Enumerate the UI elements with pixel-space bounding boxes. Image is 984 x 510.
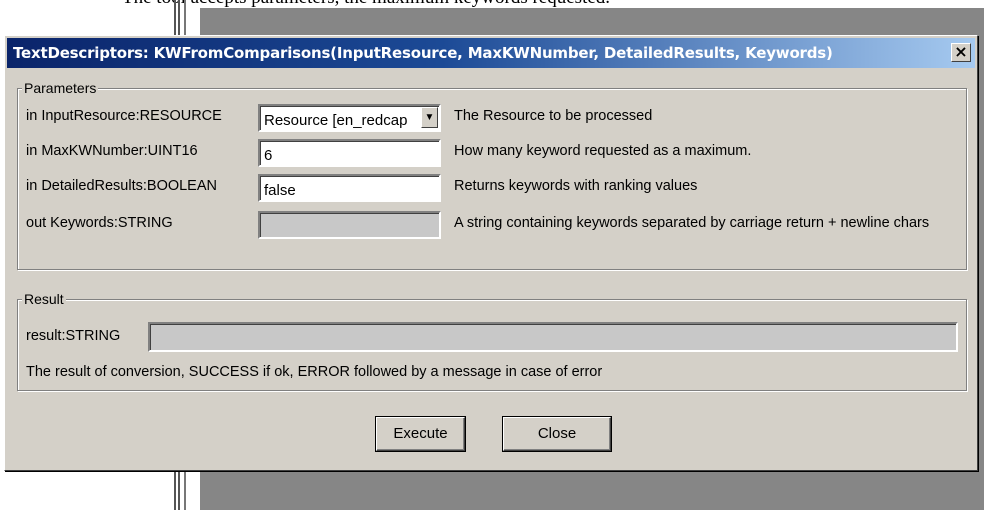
background-left — [0, 470, 174, 510]
input-resource-select[interactable]: Resource [en_redcap ▼ — [258, 104, 441, 132]
result-group: Result result:STRING The result of conve… — [17, 291, 967, 391]
param-row-input-resource: in InputResource:RESOURCE Resource [en_r… — [26, 104, 966, 132]
param-row-detailed-results: in DetailedResults:BOOLEAN false Returns… — [26, 174, 966, 202]
param-description: A string containing keywords separated b… — [454, 215, 930, 231]
max-kw-number-input[interactable]: 6 — [258, 139, 441, 167]
result-output-field — [148, 322, 958, 352]
parameters-group: Parameters in InputResource:RESOURCE Res… — [17, 80, 967, 270]
keywords-output-field — [258, 211, 441, 239]
result-label: result:STRING — [26, 328, 121, 344]
param-description: Returns keywords with ranking values — [454, 178, 698, 194]
title-bar[interactable]: TextDescriptors: KWFromComparisons(Input… — [7, 38, 975, 68]
result-legend: Result — [22, 291, 66, 307]
detailed-results-input[interactable]: false — [258, 174, 441, 202]
kw-from-comparisons-dialog: TextDescriptors: KWFromComparisons(Input… — [4, 35, 978, 471]
param-description: The Resource to be processed — [454, 108, 653, 124]
param-label: in MaxKWNumber:UINT16 — [26, 143, 198, 159]
param-row-keywords: out Keywords:STRING A string containing … — [26, 211, 966, 239]
dialog-title: TextDescriptors: KWFromComparisons(Input… — [13, 44, 833, 62]
param-row-max-kw-number: in MaxKWNumber:UINT16 6 How many keyword… — [26, 139, 966, 167]
close-button[interactable]: Close — [503, 417, 611, 451]
param-description: How many keyword requested as a maximum. — [454, 143, 752, 159]
param-label: in DetailedResults:BOOLEAN — [26, 178, 217, 194]
parameters-legend: Parameters — [22, 80, 99, 96]
close-icon[interactable]: × — [951, 43, 971, 62]
chevron-down-icon[interactable]: ▼ — [421, 107, 438, 128]
param-label: out Keywords:STRING — [26, 215, 173, 231]
result-description: The result of conversion, SUCCESS if ok,… — [26, 364, 603, 380]
select-value: Resource [en_redcap — [264, 112, 408, 129]
param-label: in InputResource:RESOURCE — [26, 108, 222, 124]
execute-button[interactable]: Execute — [376, 417, 465, 451]
